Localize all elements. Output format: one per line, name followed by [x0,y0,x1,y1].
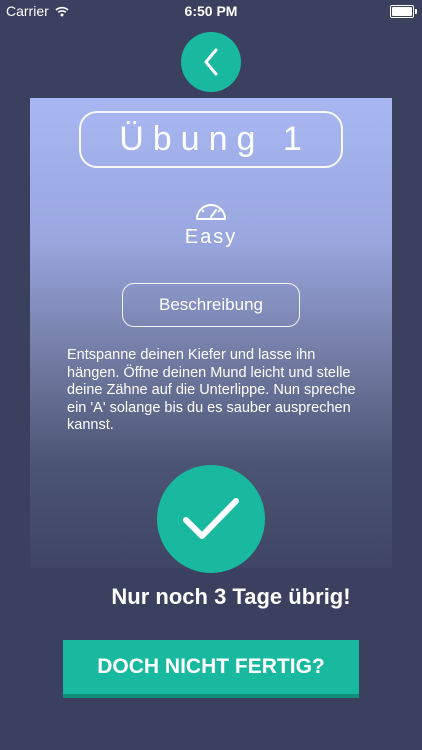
speedometer-icon [196,204,226,220]
undo-finish-button[interactable]: DOCH NICHT FERTIG? [63,640,359,698]
status-bar: Carrier 6:50 PM [0,0,422,22]
chevron-left-icon [204,48,218,76]
checkmark-icon [183,498,239,539]
back-button[interactable] [181,32,241,92]
battery-icon [390,5,417,18]
remaining-days-text: Nur noch 3 Tage übrig! [111,584,351,609]
difficulty-label: Easy [184,226,238,248]
description-text: Entspanne deinen Kiefer und lasse ihn hä… [67,347,356,433]
complete-button[interactable] [157,465,265,573]
description-button[interactable]: Beschreibung [122,283,300,327]
exercise-title: Übung 1 [79,111,343,168]
status-time: 6:50 PM [184,3,238,19]
